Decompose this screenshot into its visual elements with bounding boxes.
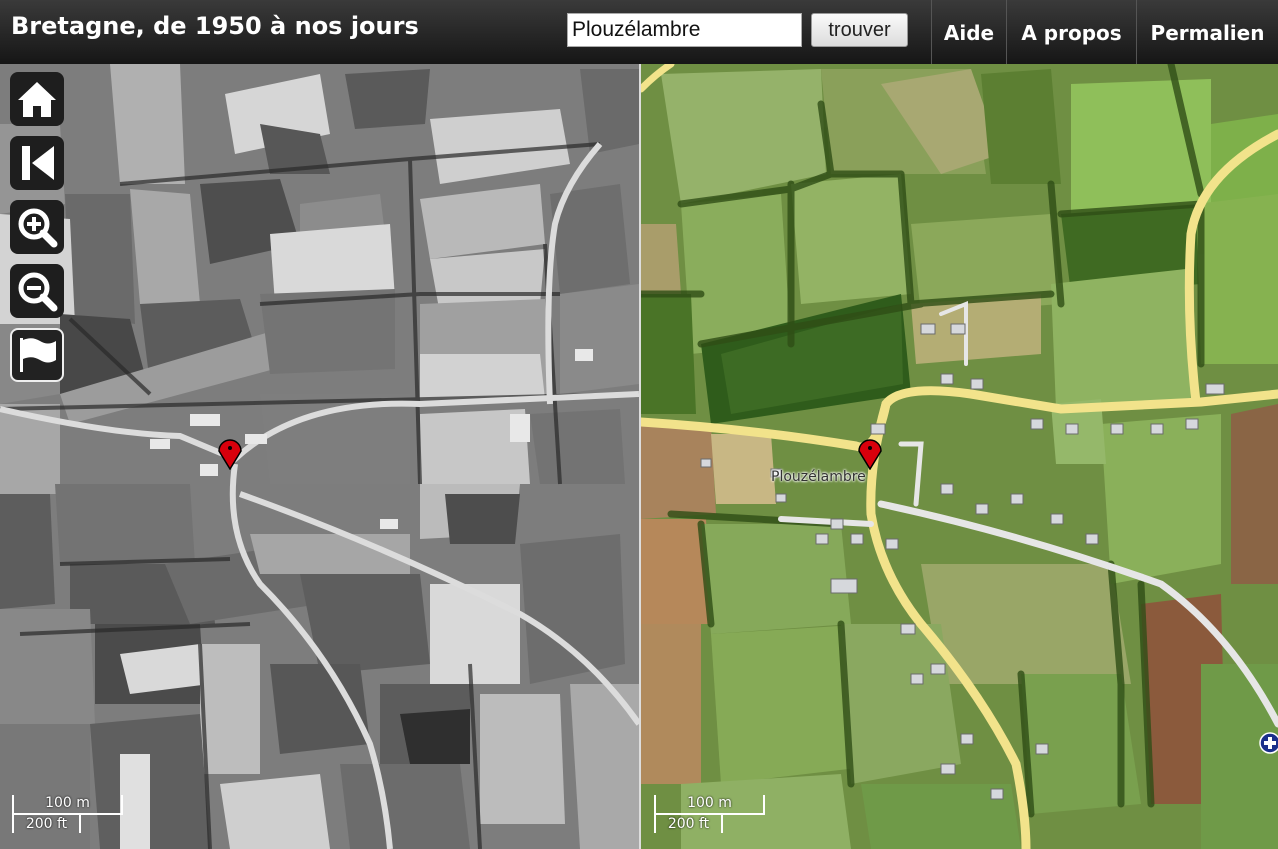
flag-button[interactable]	[10, 328, 64, 382]
flag-icon	[20, 338, 56, 372]
search-input[interactable]	[567, 13, 802, 47]
scale-imperial: 200 ft	[654, 815, 723, 833]
scale-metric: 100 m	[654, 795, 765, 815]
zoom-out-icon	[18, 272, 58, 312]
current-map-pane[interactable]: Plouzélambre 100 m 200 ft	[641, 64, 1278, 849]
poi-plus-icon[interactable]	[1259, 732, 1278, 754]
zoom-out-button[interactable]	[10, 264, 64, 318]
first-view-button[interactable]	[10, 136, 64, 190]
first-icon	[22, 146, 54, 180]
scale-metric: 100 m	[12, 795, 123, 815]
menu-help[interactable]: Aide	[931, 0, 1006, 64]
historic-aerial-image	[0, 64, 639, 849]
menu-permalink[interactable]: Permalien	[1136, 0, 1278, 64]
zoom-in-icon	[18, 208, 58, 248]
menu-about[interactable]: A propos	[1006, 0, 1136, 64]
page-title: Bretagne, de 1950 à nos jours	[11, 12, 419, 40]
find-button[interactable]: trouver	[811, 13, 908, 47]
current-satellite-image	[641, 64, 1278, 849]
historic-map-pane[interactable]: 100 m 200 ft	[0, 64, 639, 849]
top-bar: Bretagne, de 1950 à nos jours trouver Ai…	[0, 0, 1278, 64]
scale-imperial: 200 ft	[12, 815, 81, 833]
home-icon	[18, 82, 56, 117]
home-button[interactable]	[10, 72, 64, 126]
place-label: Plouzélambre	[771, 469, 866, 485]
map-pin-icon[interactable]	[217, 436, 243, 470]
zoom-in-button[interactable]	[10, 200, 64, 254]
map-pin-icon[interactable]	[857, 436, 883, 470]
